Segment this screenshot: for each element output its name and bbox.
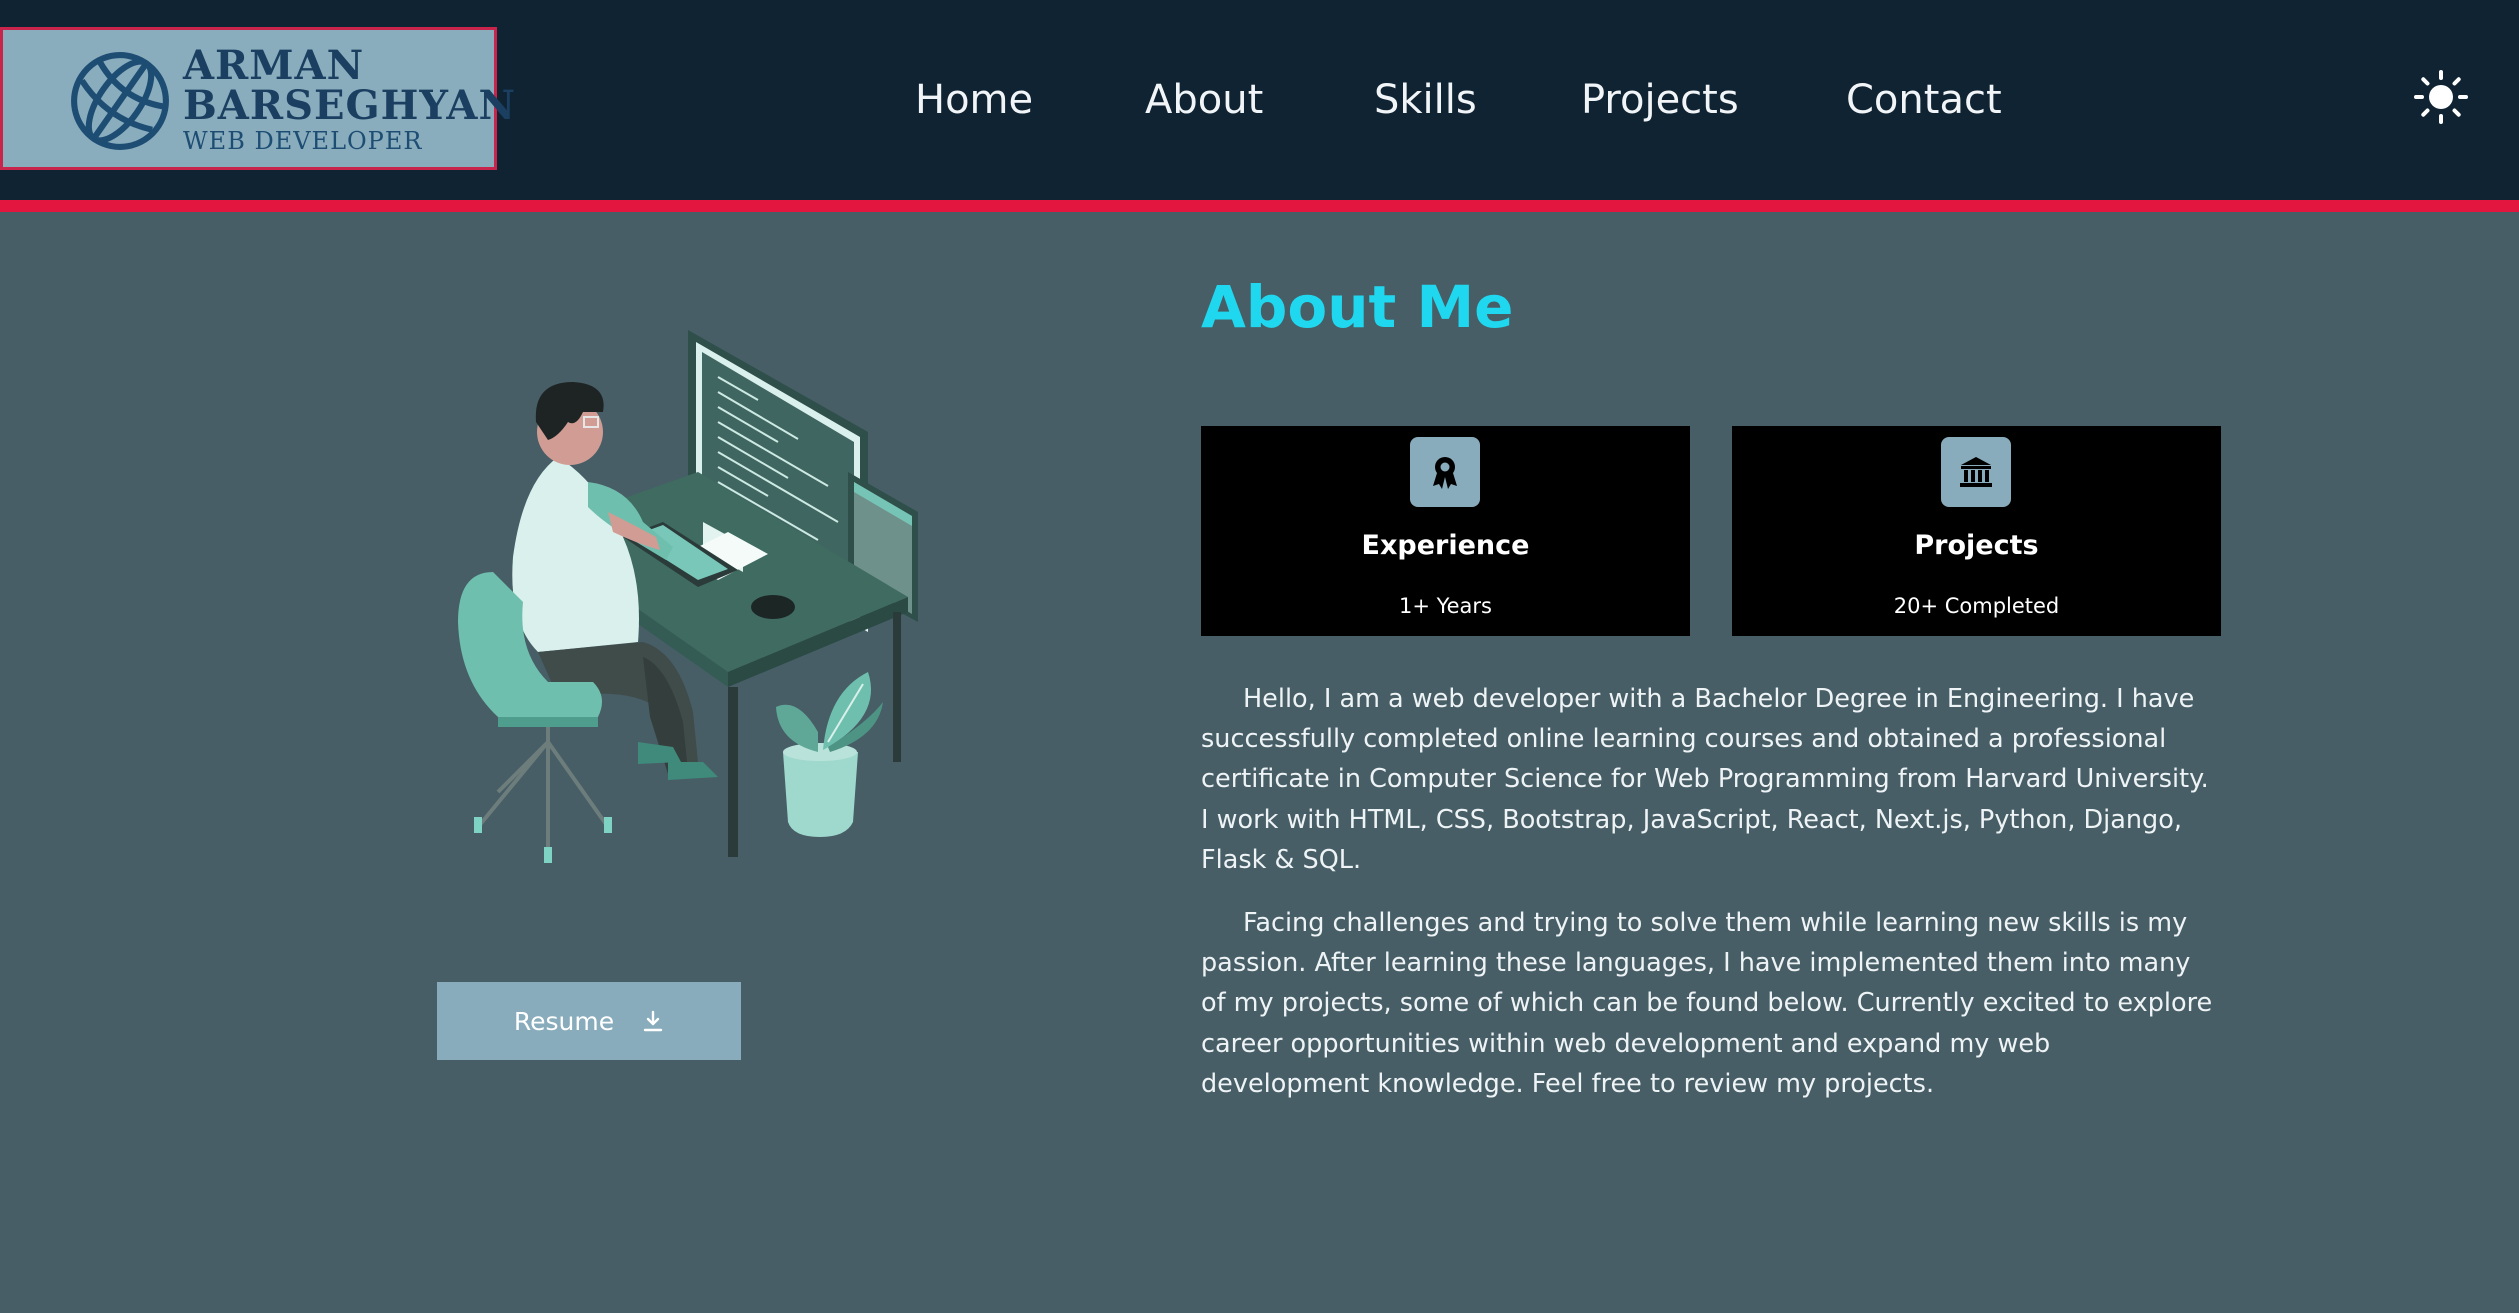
bank-icon-container [1941, 437, 2011, 507]
logo-subtitle: WEB DEVELOPER [183, 127, 423, 155]
award-icon [1433, 457, 1457, 489]
nav-menu: Home About Skills Projects Contact [0, 70, 2519, 130]
nav-link-home[interactable]: Home [915, 70, 1033, 130]
experience-card-value: 1+ Years [1398, 594, 1493, 618]
download-icon [643, 1010, 663, 1032]
sun-icon [2414, 70, 2468, 124]
projects-card-value: 20+ Completed [1893, 594, 2060, 618]
about-paragraph-1: Hello, I am a web developer with a Bache… [1201, 684, 2209, 875]
about-paragraph-2: Facing challenges and trying to solve th… [1201, 908, 2213, 1099]
award-icon-container [1410, 437, 1480, 507]
nav-link-projects[interactable]: Projects [1581, 70, 1739, 130]
theme-toggle-button[interactable] [2414, 70, 2468, 124]
nav-link-about[interactable]: About [1145, 70, 1263, 130]
navbar-divider [0, 200, 2519, 212]
experience-card: Experience 1+ Years [1201, 426, 1690, 636]
section-title: About Me [1201, 273, 1514, 341]
projects-card: Projects 20+ Completed [1732, 426, 2221, 636]
resume-label: Resume [513, 1006, 615, 1036]
resume-download-button[interactable]: Resume [437, 982, 741, 1060]
developer-illustration [458, 330, 918, 863]
projects-card-title: Projects [1914, 530, 2039, 561]
bank-icon [1960, 457, 1992, 487]
nav-link-skills[interactable]: Skills [1374, 70, 1477, 130]
navbar: ARMAN BARSEGHYAN WEB DEVELOPER Home Abou… [0, 0, 2519, 200]
nav-link-contact[interactable]: Contact [1846, 70, 2002, 130]
experience-card-title: Experience [1361, 530, 1530, 561]
